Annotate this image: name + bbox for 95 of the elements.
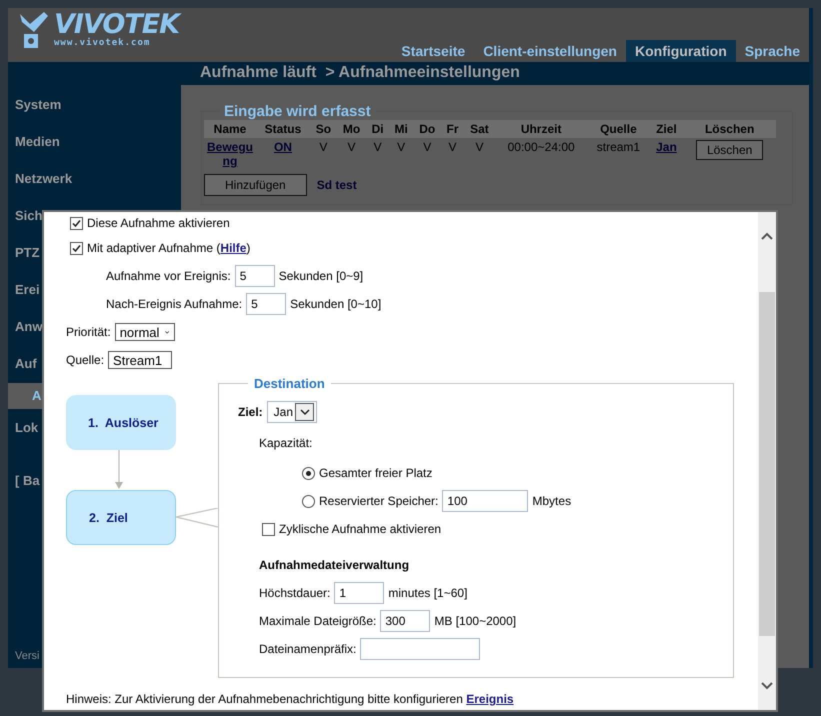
sidebar-item[interactable]: [ Ba — [15, 469, 40, 493]
step-box[interactable]: 1. Auslöser — [66, 395, 176, 450]
column-header: Mi — [388, 120, 414, 138]
destination-dropdown[interactable]: Jan — [266, 401, 318, 423]
source-dropdown[interactable]: Stream1 — [108, 351, 172, 369]
unit-label: Sekunden [0~9] — [278, 269, 364, 283]
table-cell: V — [413, 138, 442, 170]
arrow-icon — [114, 450, 124, 490]
table-cell: V — [336, 138, 366, 170]
sidebar-item[interactable]: PTZ — [15, 241, 40, 265]
column-header: Mo — [336, 120, 366, 138]
section-title: Aufnahmedateiverwaltung — [259, 558, 410, 572]
input-field[interactable]: 300 — [380, 610, 430, 632]
nav-tab[interactable]: Konfiguration — [626, 40, 736, 62]
column-header: Löschen — [683, 120, 776, 138]
nav-tab[interactable]: Startseite — [392, 40, 474, 62]
radio-button[interactable] — [302, 466, 315, 480]
checkbox[interactable] — [70, 242, 83, 254]
field-label: Dateinamenpräfix: — [259, 642, 356, 656]
table-cell: V — [388, 138, 414, 170]
column-header: So — [310, 120, 337, 138]
delete-button[interactable]: Löschen — [696, 140, 764, 160]
sidebar-item[interactable]: Sich — [15, 204, 42, 228]
panel-title: Eingabe wird erfasst — [223, 103, 372, 120]
input-field[interactable]: 100 — [442, 490, 528, 512]
input-field[interactable]: 5 — [234, 265, 275, 287]
checkbox[interactable] — [262, 522, 275, 536]
column-header: Do — [413, 120, 442, 138]
radio-label: Reservierter Speicher: — [319, 494, 438, 508]
status-link[interactable]: ON — [274, 140, 292, 154]
radio-button[interactable] — [302, 494, 315, 508]
version-text: Versi — [14, 650, 40, 664]
sidebar-item[interactable]: A — [8, 383, 44, 409]
field-label: Aufnahme vor Ereignis: — [106, 269, 231, 283]
sidebar-item[interactable]: Auf — [15, 352, 37, 376]
breadcrumb: Aufnahme läuft > Aufnahmeeinstellungen — [8, 62, 809, 85]
add-button[interactable]: Hinzufügen — [204, 174, 307, 196]
table-cell: V — [441, 138, 464, 170]
field-label: Höchstdauer: — [259, 586, 330, 600]
unit-label: Mbytes — [532, 494, 572, 508]
input-field[interactable]: 5 — [246, 293, 286, 315]
sidebar-item[interactable]: Anw — [15, 315, 42, 339]
logo-url: www.vivotek.com — [54, 38, 152, 48]
radio-label: Gesamter freier Platz — [319, 466, 432, 480]
table-cell: 00:00~24:00 — [495, 138, 588, 170]
column-header: Name — [204, 120, 256, 138]
scroll-down-icon[interactable] — [761, 682, 773, 690]
field-label: Maximale Dateigröße: — [259, 614, 376, 628]
field-label: Quelle: — [66, 353, 104, 367]
input-field[interactable] — [360, 638, 480, 660]
sidebar-item[interactable]: Netzwerk — [15, 167, 72, 191]
input-field[interactable]: 1 — [334, 582, 384, 604]
field-label: Kapazität: — [259, 436, 312, 450]
table-cell: V — [366, 138, 389, 170]
unit-label: MB [100~2000] — [434, 614, 516, 628]
column-header: Quelle — [587, 120, 650, 138]
column-header: Fr — [441, 120, 464, 138]
checkbox-label: Mit adaptiver Aufnahme (Hilfe) — [87, 241, 250, 255]
sidebar-item[interactable]: System — [15, 93, 62, 117]
step-box[interactable]: 2. Ziel — [66, 490, 176, 545]
table-cell: stream1 — [587, 138, 650, 170]
checkbox[interactable] — [70, 216, 83, 230]
field-label: Priorität: — [66, 325, 111, 339]
unit-label: minutes [1~60] — [388, 586, 468, 600]
storage-label: Sd test — [316, 178, 357, 192]
nav-tab[interactable]: Sprache — [736, 40, 809, 62]
column-header: Di — [366, 120, 389, 138]
event-link[interactable]: Ereignis — [466, 692, 514, 706]
sidebar-item[interactable]: Lok — [15, 416, 38, 440]
name-link[interactable]: Bewegung — [207, 140, 253, 168]
scroll-thumb[interactable] — [759, 292, 775, 636]
scrollbar[interactable] — [758, 212, 776, 710]
table-cell: V — [464, 138, 496, 170]
caret-icon — [300, 408, 310, 416]
scroll-up-icon[interactable] — [761, 232, 773, 240]
checkbox-label: Diese Aufnahme aktivieren — [87, 216, 230, 230]
column-header: Sat — [464, 120, 496, 138]
table-cell: V — [310, 138, 337, 170]
destination-link[interactable]: Jan — [656, 140, 677, 154]
field-label: Ziel: — [238, 405, 263, 419]
sidebar-item[interactable]: Medien — [15, 130, 60, 154]
column-header: Uhrzeit — [495, 120, 588, 138]
column-header: Ziel — [650, 120, 684, 138]
caret-icon — [165, 328, 170, 336]
checkbox-label: Zyklische Aufnahme aktivieren — [279, 522, 442, 536]
column-header: Status — [256, 120, 310, 138]
priority-dropdown[interactable]: normal — [114, 323, 175, 341]
logo-text: VIVOTEK — [54, 12, 180, 38]
unit-label: Sekunden [0~10] — [290, 297, 382, 311]
sidebar-item[interactable]: Erei — [15, 278, 40, 302]
field-label: Nach-Ereignis Aufnahme: — [106, 297, 242, 311]
hint-text: Hinweis: Zur Aktivierung der Aufnahmebenachrichtigung bitte konfigurieren Ereignis — [66, 692, 515, 706]
help-link[interactable]: Hilfe — [220, 241, 246, 255]
nav-tab[interactable]: Client-einstellungen — [474, 40, 626, 62]
panel-title: Destination — [253, 376, 326, 391]
